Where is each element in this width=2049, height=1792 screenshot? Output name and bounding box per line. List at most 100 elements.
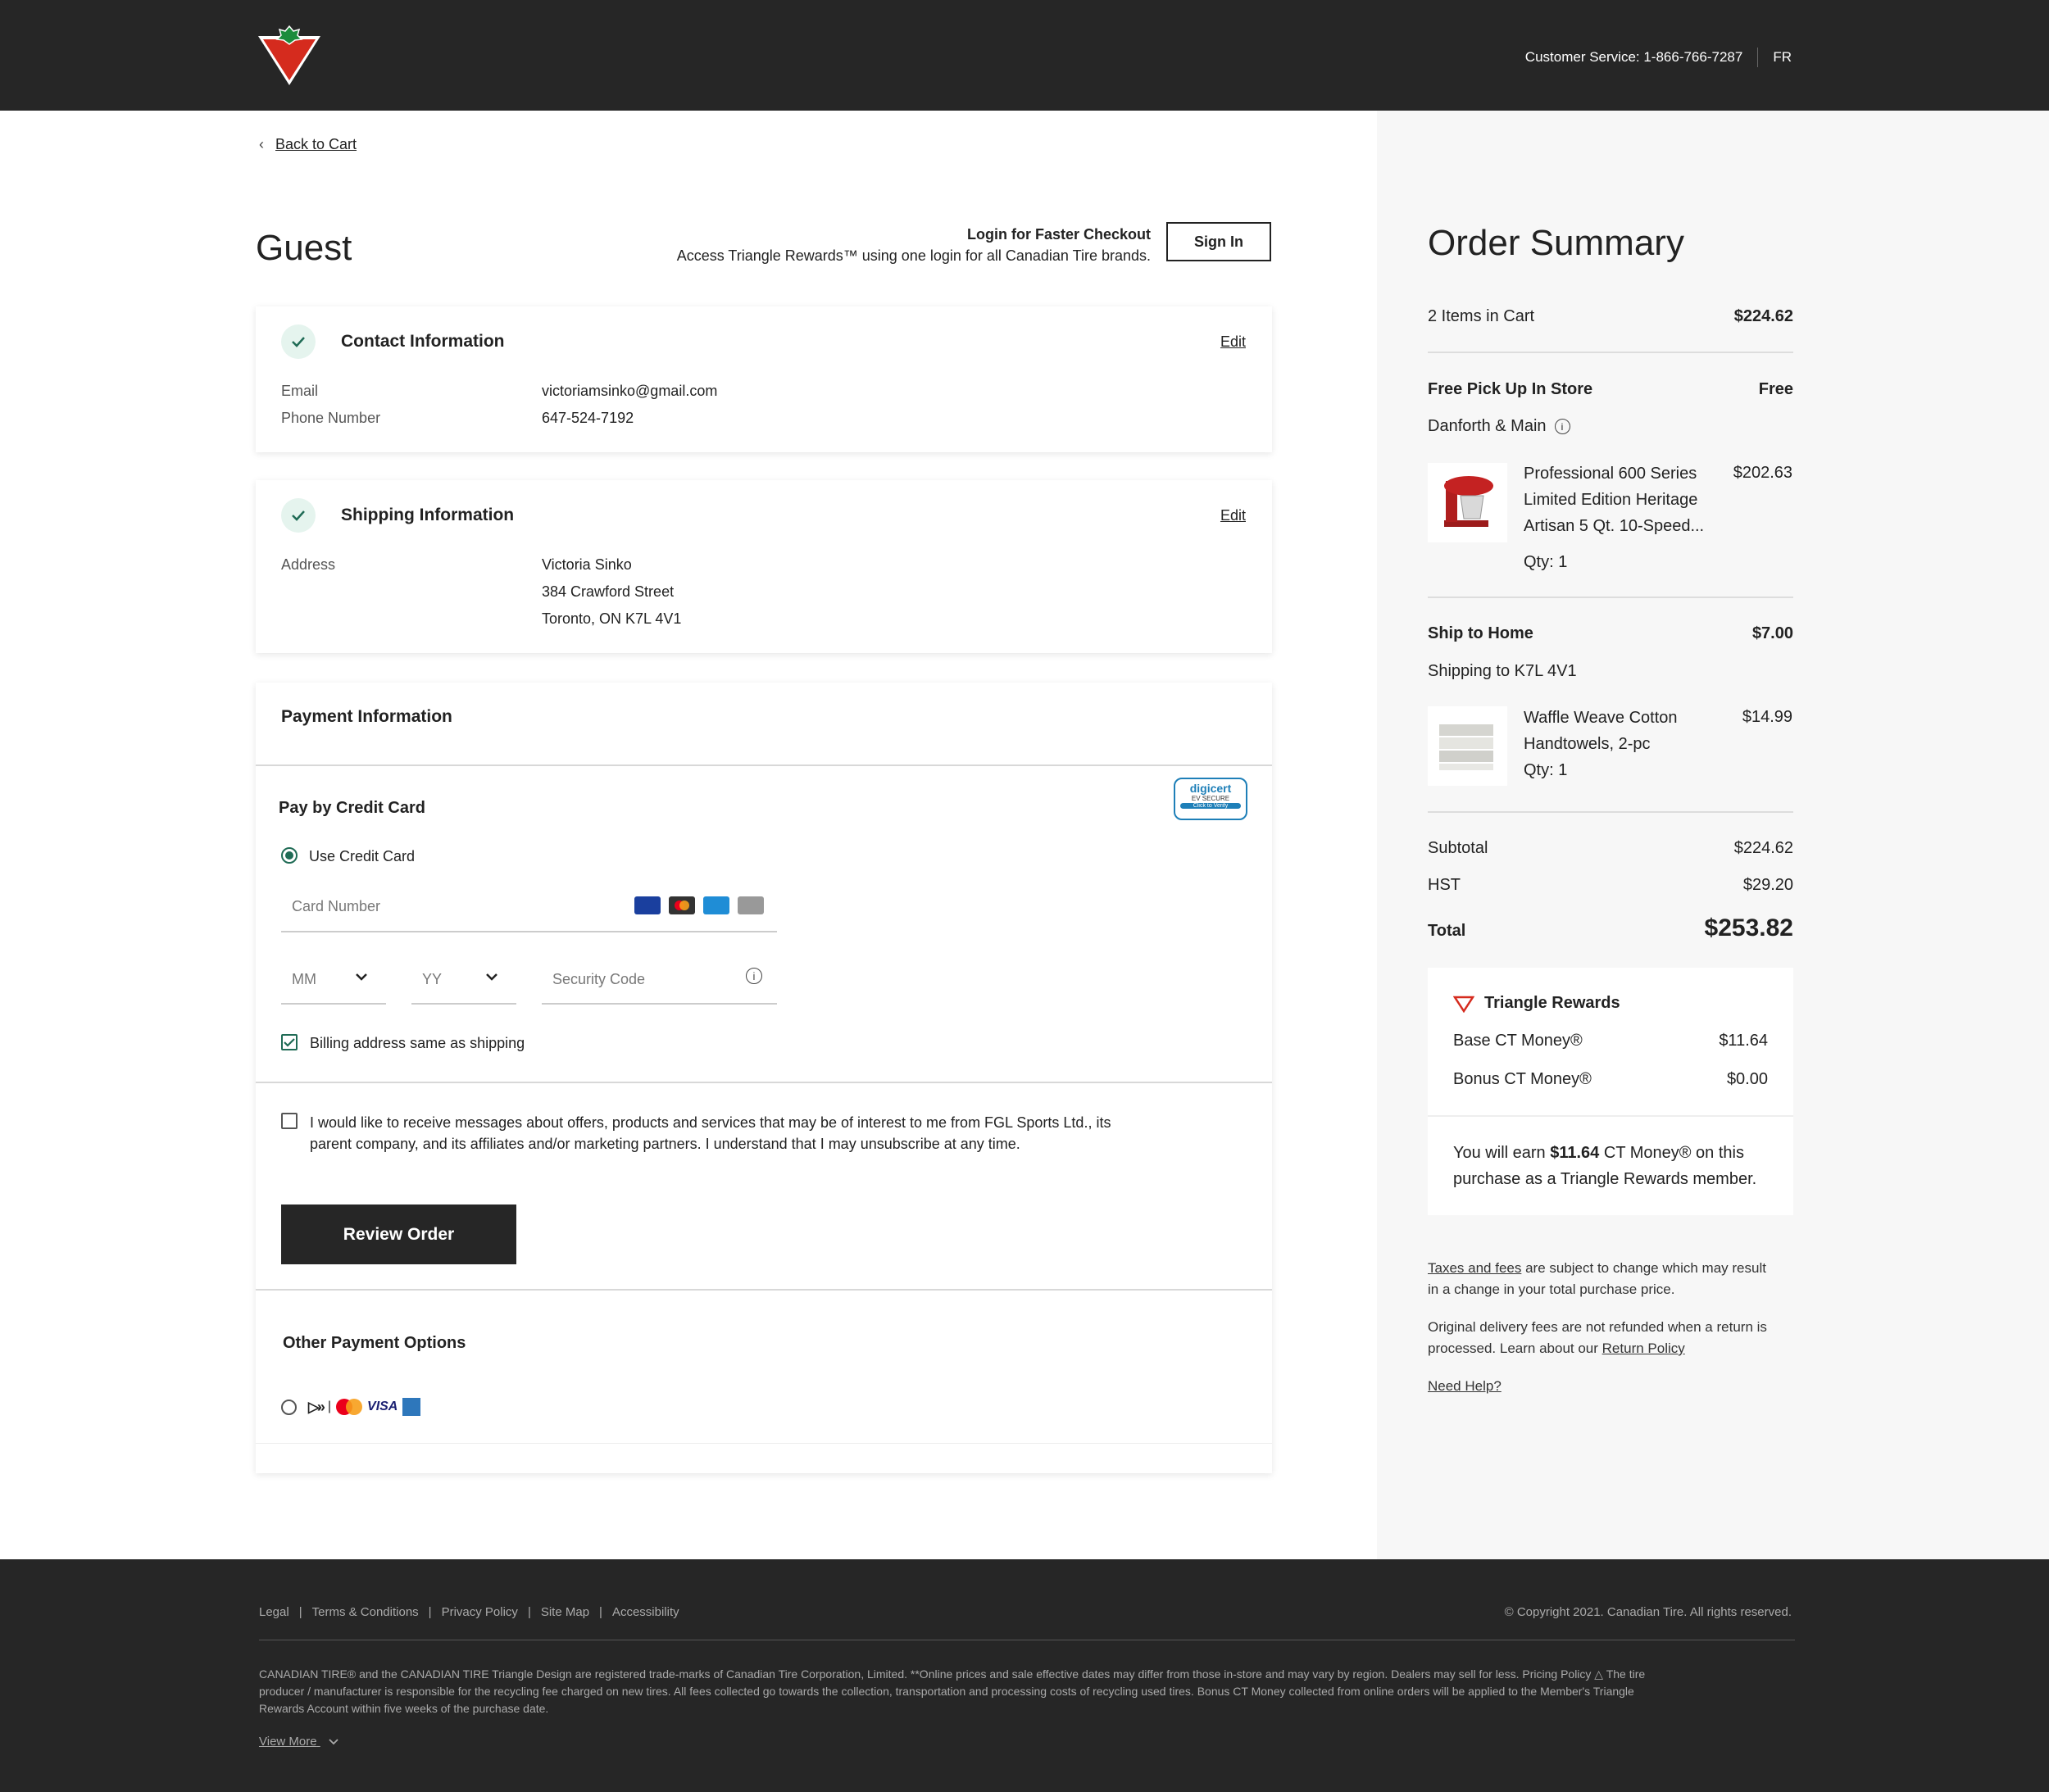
total-row: Total $253.82 bbox=[1428, 914, 1793, 942]
triangle-rewards-title: Triangle Rewards bbox=[1484, 994, 1620, 1012]
taxes-and-fees-link[interactable]: Taxes and fees bbox=[1428, 1260, 1521, 1276]
triangle-rewards-box: Triangle Rewards Base CT Money® $11.64 B… bbox=[1428, 968, 1793, 1215]
need-help-wrap: Need Help? bbox=[1428, 1376, 1793, 1397]
separator-icon: | bbox=[327, 1400, 332, 1413]
marketing-opt-in-checkbox[interactable] bbox=[281, 1113, 298, 1129]
marketing-opt-in-label: I would like to receive messages about o… bbox=[310, 1112, 1170, 1155]
return-policy-link[interactable]: Return Policy bbox=[1602, 1341, 1685, 1356]
chevron-down-icon bbox=[329, 1735, 338, 1749]
page-title: Guest bbox=[256, 228, 352, 268]
total-label: Total bbox=[1428, 922, 1466, 940]
card-number-input[interactable]: Card Number bbox=[281, 885, 777, 932]
divider bbox=[256, 764, 1272, 766]
subtotal-label: Subtotal bbox=[1428, 839, 1488, 857]
shipping-information-card: Shipping Information Edit Address Victor… bbox=[256, 480, 1272, 653]
bonus-ct-money-label: Bonus CT Money® bbox=[1453, 1070, 1592, 1088]
security-code-placeholder: Security Code bbox=[552, 971, 646, 987]
header-utility: Customer Service: 1-866-766-7287 FR bbox=[1525, 48, 1792, 67]
item-name-line: Handtowels, 2-pc bbox=[1524, 735, 1651, 753]
earn-text: You will earn bbox=[1453, 1144, 1551, 1162]
use-credit-card-label: Use Credit Card bbox=[309, 848, 416, 864]
item-price: $14.99 bbox=[1742, 708, 1792, 726]
security-code-input[interactable]: Security Code i bbox=[542, 957, 777, 1005]
hst-value: $29.20 bbox=[1742, 876, 1793, 894]
back-to-cart-link[interactable]: ‹ Back to Cart bbox=[259, 136, 357, 153]
subtotal-row: Subtotal $224.62 bbox=[1428, 839, 1793, 858]
email-value: victoriamsinko@gmail.com bbox=[542, 383, 718, 399]
item-name-line: Limited Edition Heritage bbox=[1524, 491, 1698, 509]
ship-to-home-row: Ship to Home $7.00 bbox=[1428, 624, 1793, 643]
footer-link-legal[interactable]: Legal bbox=[259, 1605, 289, 1619]
language-toggle[interactable]: FR bbox=[1773, 49, 1792, 66]
review-order-button[interactable]: Review Order bbox=[281, 1204, 516, 1264]
expiry-month-select[interactable]: MM bbox=[281, 957, 386, 1005]
expiry-year-select[interactable]: YY bbox=[411, 957, 516, 1005]
item-qty: Qty: 1 bbox=[1524, 553, 1568, 571]
items-in-cart-row: 2 Items in Cart $224.62 bbox=[1428, 307, 1793, 326]
back-to-cart-label: Back to Cart bbox=[275, 136, 357, 152]
delivery-note-text: processed. Learn about our bbox=[1428, 1341, 1602, 1356]
edit-shipping-link[interactable]: Edit bbox=[1220, 507, 1246, 524]
earn-text: CT Money® on this bbox=[1599, 1144, 1744, 1162]
payment-title: Payment Information bbox=[281, 707, 452, 726]
digicert-badge[interactable]: digicert EV SECURE Click to Verify bbox=[1174, 778, 1247, 820]
view-more-link[interactable]: View More bbox=[259, 1735, 338, 1749]
email-label: Email bbox=[281, 383, 319, 399]
item-qty: Qty: 1 bbox=[1524, 761, 1568, 779]
info-icon[interactable]: i bbox=[1554, 419, 1570, 434]
handtowels-thumbnail[interactable] bbox=[1428, 706, 1507, 786]
opt-in-line: I would like to receive messages about o… bbox=[310, 1114, 1111, 1131]
customer-service-link[interactable]: Customer Service: 1-866-766-7287 bbox=[1525, 49, 1743, 66]
subtotal-value: $224.62 bbox=[1733, 839, 1793, 857]
digicert-ev: EV SECURE bbox=[1191, 795, 1230, 802]
taxes-note: Taxes and fees are subject to change whi… bbox=[1428, 1258, 1793, 1300]
footer-link-accessibility[interactable]: Accessibility bbox=[612, 1605, 679, 1619]
ship-to-home-label: Ship to Home bbox=[1428, 624, 1533, 642]
footer-links: Legal | Terms & Conditions | Privacy Polic… bbox=[259, 1605, 679, 1619]
billing-same-checkbox[interactable] bbox=[281, 1034, 298, 1050]
total-value: $253.82 bbox=[1704, 914, 1793, 941]
item-price: $202.63 bbox=[1733, 464, 1792, 482]
canadian-tire-logo[interactable] bbox=[256, 25, 323, 87]
divider bbox=[256, 1443, 1272, 1444]
bonus-ct-money-row: Bonus CT Money® $0.00 bbox=[1453, 1070, 1768, 1089]
need-help-link[interactable]: Need Help? bbox=[1428, 1378, 1502, 1394]
info-icon[interactable]: i bbox=[746, 968, 762, 984]
phone-label: Phone Number bbox=[281, 410, 381, 426]
base-ct-money-row: Base CT Money® $11.64 bbox=[1453, 1032, 1768, 1050]
footer-link-terms[interactable]: Terms & Conditions bbox=[312, 1605, 419, 1619]
delivery-note: Original delivery fees are not refunded … bbox=[1428, 1317, 1793, 1359]
taxes-note-text: in a change in your total purchase price… bbox=[1428, 1282, 1675, 1297]
base-ct-money-value: $11.64 bbox=[1719, 1032, 1768, 1050]
card-number-placeholder: Card Number bbox=[292, 898, 381, 914]
shipping-to-label: Shipping to K7L 4V1 bbox=[1428, 662, 1577, 680]
footer-link-sitemap[interactable]: Site Map bbox=[541, 1605, 589, 1619]
divider bbox=[1428, 1115, 1793, 1117]
pickup-label: Free Pick Up In Store bbox=[1428, 380, 1593, 398]
edit-contact-link[interactable]: Edit bbox=[1220, 333, 1246, 351]
store-row: Danforth & Main i bbox=[1428, 417, 1793, 436]
item-name[interactable]: Waffle Weave Cotton Handtowels, 2-pc Qty… bbox=[1524, 705, 1720, 783]
billing-same-label: Billing address same as shipping bbox=[310, 1035, 525, 1051]
view-more-label: View More bbox=[259, 1735, 317, 1749]
other-payment-radio[interactable] bbox=[281, 1400, 297, 1415]
digicert-verify: Click to Verify bbox=[1180, 803, 1241, 809]
triangle-icon bbox=[1453, 996, 1474, 1013]
hst-label: HST bbox=[1428, 876, 1461, 894]
bonus-ct-money-value: $0.00 bbox=[1726, 1070, 1768, 1088]
click-to-pay-icon: ▷» bbox=[308, 1398, 325, 1415]
chevron-left-icon: ‹ bbox=[259, 136, 264, 152]
taxes-note-text: are subject to change which may result bbox=[1521, 1260, 1766, 1276]
footer-link-privacy[interactable]: Privacy Policy bbox=[442, 1605, 518, 1619]
phone-value: 647-524-7192 bbox=[542, 410, 634, 426]
footer-legal-text: CANADIAN TIRE® and the CANADIAN TIRE Tri… bbox=[259, 1666, 1795, 1717]
divider bbox=[1428, 597, 1793, 598]
item-name[interactable]: Professional 600 Series Limited Edition … bbox=[1524, 460, 1720, 539]
item-name-line: Professional 600 Series bbox=[1524, 465, 1697, 483]
stand-mixer-thumbnail[interactable] bbox=[1428, 463, 1507, 542]
visa-icon bbox=[634, 896, 661, 914]
other-payment-logos: ▷» | VISA bbox=[308, 1398, 421, 1416]
use-credit-card-radio[interactable] bbox=[281, 847, 298, 864]
check-icon bbox=[281, 498, 316, 533]
sign-in-button[interactable]: Sign In bbox=[1166, 222, 1271, 261]
